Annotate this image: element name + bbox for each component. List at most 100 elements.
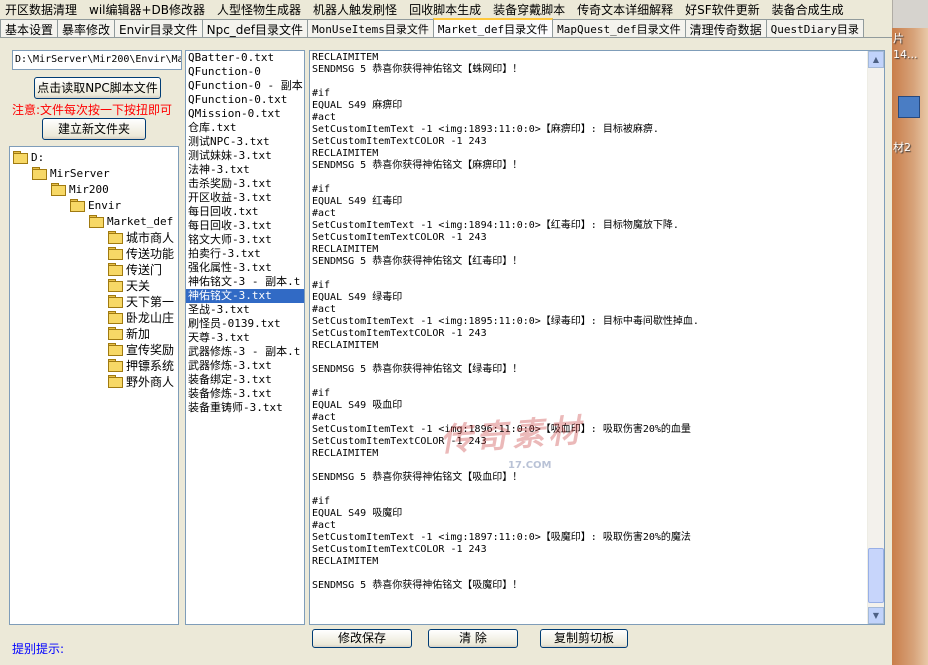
file-list-item[interactable]: 装备重铸师-3.txt (186, 401, 304, 415)
file-list-item[interactable]: 仓库.txt (186, 121, 304, 135)
tab-2[interactable]: Envir目录文件 (114, 19, 203, 37)
file-list-item[interactable]: 每日回收-3.txt (186, 219, 304, 233)
file-list-item[interactable]: 铭文大师-3.txt (186, 233, 304, 247)
editor-line: #if (312, 496, 331, 507)
file-list-item[interactable]: 每日回收.txt (186, 205, 304, 219)
editor-line: #if (312, 88, 331, 99)
file-list-item[interactable]: 拍卖行-3.txt (186, 247, 304, 261)
menu-item[interactable]: 装备穿戴脚本 (488, 0, 572, 18)
menu-item[interactable]: 好SF软件更新 (680, 0, 767, 18)
file-list-item[interactable]: 法神-3.txt (186, 163, 304, 177)
scroll-thumb[interactable] (868, 548, 884, 603)
editor-line: RECLAIMITEM (312, 340, 379, 351)
tab-4[interactable]: MonUseItems目录文件 (307, 19, 434, 37)
tree-node-child[interactable]: 传送门 (107, 261, 162, 277)
tree-label: Mir200 (69, 182, 109, 196)
file-list-item[interactable]: 击杀奖励-3.txt (186, 177, 304, 191)
file-list-item[interactable]: QFunction-0.txt (186, 93, 304, 107)
copy-clipboard-button[interactable]: 复制剪切板 (540, 629, 628, 648)
file-list[interactable]: QBatter-0.txt QFunction-0 QFunction-0 - 副本… (185, 50, 305, 625)
file-list-item[interactable]: QMission-0.txt (186, 107, 304, 121)
tab-5[interactable]: Market_def目录文件 (432, 18, 554, 37)
menu-item[interactable]: 机器人触发刷怪 (308, 0, 404, 18)
editor-line: EQUAL S49 绿毒印 (312, 292, 403, 303)
editor-line: SetCustomItemText -1 <img:1894:11:0:0>【红… (312, 220, 679, 231)
desktop-label: 材2 (893, 141, 911, 154)
tab-6[interactable]: MapQuest_def目录文件 (552, 19, 686, 37)
clear-button[interactable]: 清 除 (428, 629, 518, 648)
file-list-item[interactable]: 强化属性-3.txt (186, 261, 304, 275)
tree-node-child[interactable]: 押镖系统 (107, 357, 174, 373)
tree-node-market-def[interactable]: Market_def (88, 213, 173, 229)
editor-line: SENDMSG 5 恭喜你获得神佑铭文【红毒印】！ (312, 256, 523, 267)
menu-item[interactable]: 装备合成生成 (767, 0, 851, 18)
file-list-item[interactable]: 测试NPC-3.txt (186, 135, 304, 149)
tree-node-child[interactable]: 传送功能 (107, 245, 174, 261)
menu-item[interactable]: 回收脚本生成 (404, 0, 488, 18)
editor-line: SetCustomItemText -1 <img:1896:11:0:0>【吸… (312, 424, 691, 435)
tree-node-envir[interactable]: Envir (69, 197, 121, 213)
file-list-item[interactable]: 神佑铭文-3.txt (186, 289, 304, 303)
tree-node-child[interactable]: 天下第一 (107, 293, 174, 309)
new-folder-button[interactable]: 建立新文件夹 (42, 118, 146, 140)
file-list-item[interactable]: 武器修炼-3.txt (186, 359, 304, 373)
tab-0[interactable]: 基本设置 (0, 19, 59, 37)
editor-line: SetCustomItemTextCOLOR -1 243 (312, 544, 487, 555)
file-list-item[interactable]: 测试妹妹-3.txt (186, 149, 304, 163)
file-list-item[interactable]: QFunction-0 - 副本.t (186, 79, 304, 93)
tree-label: 野外商人 (126, 374, 175, 389)
folder-icon (107, 279, 123, 292)
menu-item[interactable]: wil编辑器+DB修改器 (84, 0, 212, 18)
editor-line: #if (312, 280, 331, 291)
tree-label: 天关 (126, 278, 151, 293)
menu-item[interactable]: 传奇文本详细解释 (572, 0, 680, 18)
editor-line: SetCustomItemText -1 <img:1895:11:0:0>【绿… (312, 316, 699, 327)
tree-node-child[interactable]: 卧龙山庄 (107, 309, 174, 325)
file-list-item[interactable]: 装备修炼-3.txt (186, 387, 304, 401)
file-list-item[interactable]: 圣战-3.txt (186, 303, 304, 317)
save-button[interactable]: 修改保存 (312, 629, 412, 648)
tree-node-child[interactable]: 宣传奖励 (107, 341, 174, 357)
tree-label: Market_def (107, 214, 174, 228)
tab-3[interactable]: Npc_def目录文件 (201, 19, 309, 37)
editor-line: SetCustomItemTextCOLOR -1 243 (312, 436, 487, 447)
menu-item[interactable]: 开区数据清理 (0, 0, 84, 18)
file-list-item[interactable]: QFunction-0 (186, 65, 304, 79)
file-list-item[interactable]: 刷怪员-0139.txt (186, 317, 304, 331)
scroll-down-icon[interactable]: ▼ (868, 607, 884, 624)
file-list-item[interactable]: 天尊-3.txt (186, 331, 304, 345)
tree-node-child[interactable]: 新加 (107, 325, 150, 341)
file-list-item[interactable]: 开区收益-3.txt (186, 191, 304, 205)
file-list-item[interactable]: 武器修炼-3 - 副本.t (186, 345, 304, 359)
script-editor-text[interactable]: RECLAIMITEM SENDMSG 5 恭喜你获得神佑铭文【蛛网印】！ #if E… (312, 52, 868, 592)
note-text: 注意:文件每次按一下按扭即可 (12, 103, 173, 117)
tree-node-child[interactable]: 野外商人 (107, 373, 174, 389)
folder-tree[interactable]: D: MirServer Mir200 Envir Market_def 城市商… (9, 146, 179, 625)
editor-line: #if (312, 388, 331, 399)
tree-label: 宣传奖励 (126, 342, 175, 357)
tree-node-child[interactable]: 天关 (107, 277, 150, 293)
tree-node-mir200[interactable]: Mir200 (50, 181, 109, 197)
read-npc-script-button[interactable]: 点击读取NPC脚本文件 (34, 77, 161, 99)
tree-node-mirserver[interactable]: MirServer (31, 165, 110, 181)
file-list-item[interactable]: QBatter-0.txt (186, 51, 304, 65)
scroll-up-icon[interactable]: ▲ (868, 51, 884, 68)
editor-line: SENDMSG 5 恭喜你获得神佑铭文【绿毒印】！ (312, 364, 523, 375)
script-editor[interactable]: RECLAIMITEM SENDMSG 5 恭喜你获得神佑铭文【蛛网印】！ #if E… (309, 50, 885, 625)
editor-line: #act (312, 412, 337, 423)
tab-8[interactable]: QuestDiary目录 (765, 19, 864, 37)
desktop-file-icon[interactable] (898, 96, 920, 118)
file-list-item[interactable]: 装备绑定-3.txt (186, 373, 304, 387)
file-list-item[interactable]: 神佑铭文-3 - 副本.t (186, 275, 304, 289)
editor-scrollbar[interactable]: ▲ ▼ (867, 51, 884, 624)
tab-1[interactable]: 暴率修改 (57, 19, 116, 37)
menu-item[interactable]: 人型怪物生成器 (212, 0, 308, 18)
path-input[interactable]: D:\MirServer\Mir200\Envir\Market_def (12, 50, 182, 70)
tree-node-root[interactable]: D: (12, 149, 44, 165)
tab-7[interactable]: 清理传奇数据 (684, 19, 767, 37)
tree-node-child[interactable]: 城市商人 (107, 229, 174, 245)
